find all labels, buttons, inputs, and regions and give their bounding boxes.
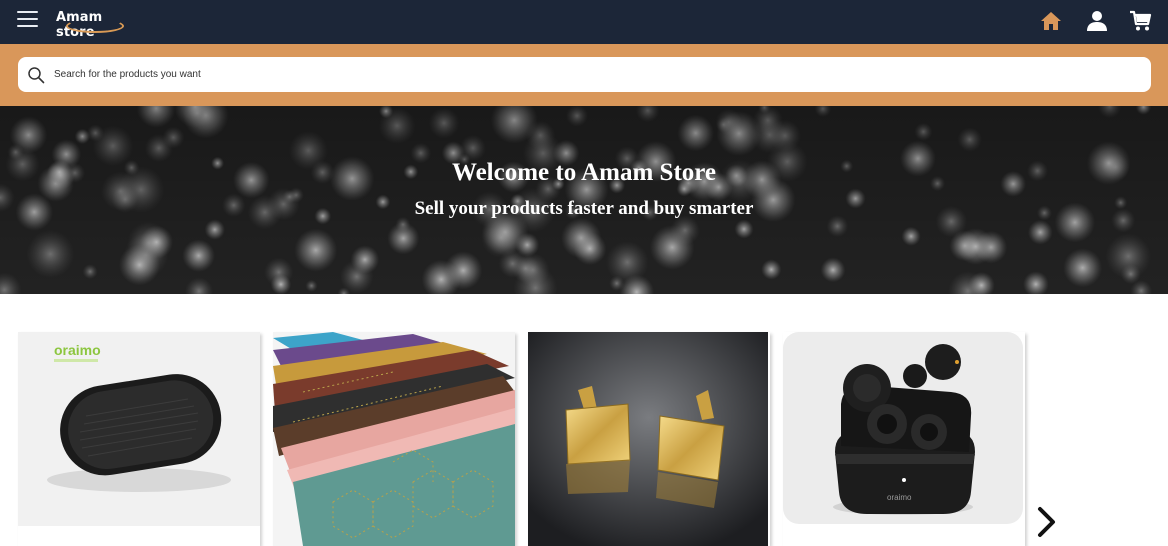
search-input[interactable] bbox=[54, 57, 1134, 92]
product-card-cufflinks[interactable] bbox=[528, 332, 770, 546]
search-box bbox=[18, 57, 1151, 92]
cart-icon[interactable] bbox=[1129, 9, 1153, 33]
home-icon[interactable] bbox=[1039, 9, 1063, 33]
logo[interactable]: Amam store bbox=[56, 6, 140, 40]
oraimo-case-logo: oraimo bbox=[887, 493, 912, 502]
menu-icon[interactable] bbox=[17, 9, 39, 31]
hero-banner: Welcome to Amam Store Sell your products… bbox=[0, 106, 1168, 294]
logo-swoosh bbox=[66, 19, 124, 33]
oraimo-logo: oraimo bbox=[54, 342, 101, 358]
hero-subtitle: Sell your products faster and buy smarte… bbox=[414, 198, 754, 219]
search-icon[interactable] bbox=[27, 66, 45, 84]
product-image-speaker: oraimo bbox=[18, 332, 260, 546]
product-image-cufflinks bbox=[528, 332, 770, 546]
user-icon[interactable] bbox=[1085, 9, 1109, 33]
product-card-speaker[interactable]: oraimo bbox=[18, 332, 260, 546]
hero-title: Welcome to Amam Store bbox=[451, 159, 717, 186]
chevron-right-icon[interactable] bbox=[1036, 506, 1058, 538]
product-image-scarves bbox=[273, 332, 515, 546]
product-card-scarves[interactable] bbox=[273, 332, 515, 546]
top-navbar: Amam store bbox=[0, 0, 1168, 44]
search-bar-section bbox=[0, 44, 1168, 106]
product-image-earbuds: oraimo bbox=[783, 332, 1025, 546]
product-card-earbuds[interactable]: oraimo bbox=[783, 332, 1025, 546]
